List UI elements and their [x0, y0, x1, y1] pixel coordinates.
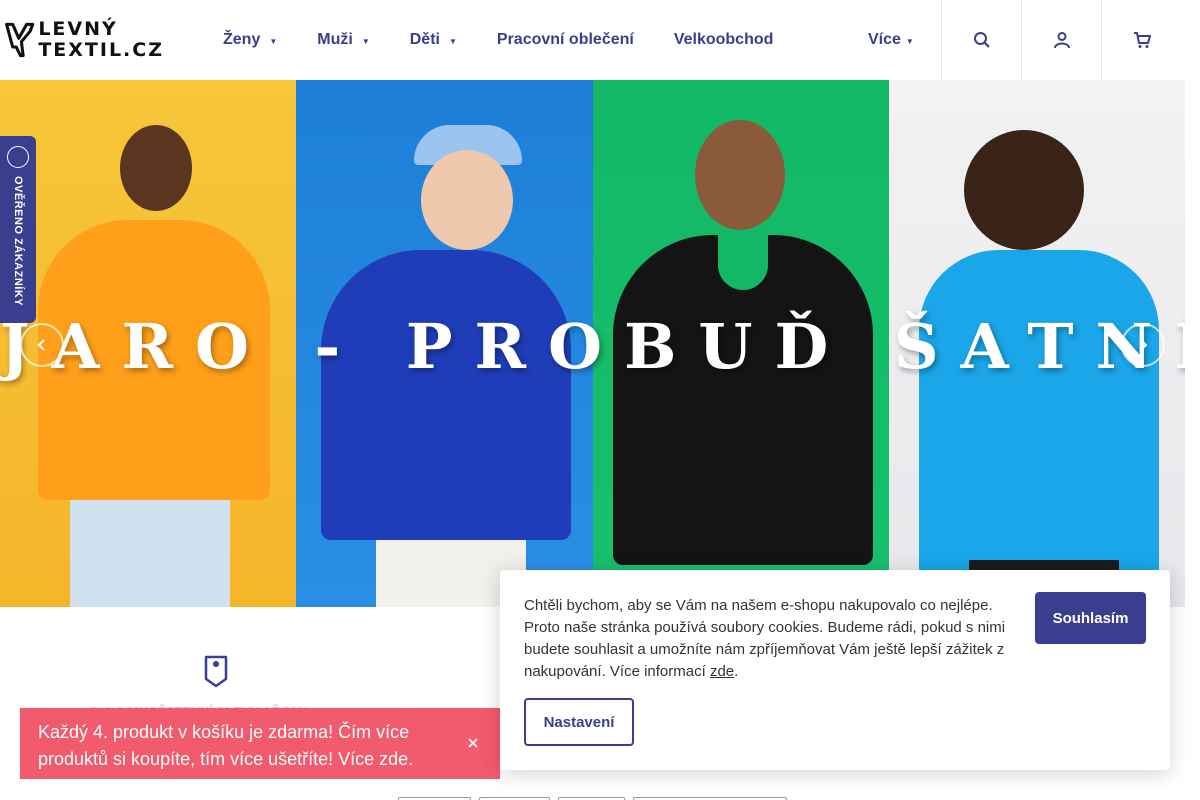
chevron-down-icon: ▼ — [448, 37, 457, 46]
cart-icon — [1133, 32, 1151, 48]
logo-line-1: LEVNÝ — [38, 18, 118, 40]
logo-mark-icon — [5, 22, 35, 58]
verified-customers-badge[interactable]: OVĚŘENO ZÁKAZNÍKY — [0, 136, 36, 323]
cookie-consent-dialog: Chtěli bychom, aby se Vám na našem e-sho… — [500, 570, 1170, 770]
hood-lining — [718, 230, 768, 290]
main-nav: Ženy ▼ Muži ▼ Děti ▼ Pracovní oblečení V… — [223, 0, 813, 80]
jeans — [70, 500, 230, 607]
chevron-left-icon — [37, 339, 45, 351]
hero-banner[interactable]: JARO - PROBUĎ ŠATNÍK! — [0, 80, 1185, 607]
close-icon[interactable] — [468, 738, 478, 748]
nav-item-zeny[interactable]: Ženy ▼ — [223, 31, 277, 49]
cookie-agree-button[interactable]: Souhlasím — [1035, 592, 1146, 644]
model-hair — [964, 130, 1084, 250]
account-button[interactable] — [1021, 0, 1101, 80]
chevron-down-icon: ▼ — [905, 37, 914, 46]
blue-hoodie — [321, 250, 571, 540]
nav-item-velkoobchod[interactable]: Velkoobchod — [674, 31, 774, 49]
cookie-info-link[interactable]: zde — [710, 663, 734, 680]
carousel-prev-button[interactable] — [20, 323, 64, 367]
chevron-down-icon: ▼ — [269, 37, 278, 46]
nav-item-pracovni[interactable]: Pracovní oblečení — [497, 31, 634, 49]
site-logo[interactable]: LEVNÝ TEXTIL.CZ — [4, 17, 164, 63]
light-blue-top — [919, 250, 1159, 580]
promo-link[interactable]: Více zde. — [338, 749, 413, 769]
nav-label: Velkoobchod — [673, 31, 774, 48]
logo-text: LEVNÝ TEXTIL.CZ — [38, 19, 164, 61]
nav-item-muzi[interactable]: Muži ▼ — [317, 31, 369, 49]
logo-line-2: TEXTIL.CZ — [38, 39, 164, 61]
site-header: LEVNÝ TEXTIL.CZ Ženy ▼ Muži ▼ Děti ▼ Pra… — [0, 0, 1185, 80]
carousel-next-button[interactable] — [1121, 323, 1165, 367]
chevron-down-icon: ▼ — [361, 37, 370, 46]
cart-button[interactable] — [1101, 0, 1181, 80]
search-button[interactable] — [941, 0, 1021, 80]
search-icon — [973, 32, 990, 48]
model-head — [695, 120, 785, 230]
promo-banner: Každý 4. produkt v košíku je zdarma! Čím… — [20, 708, 500, 779]
chevron-right-icon — [1140, 339, 1148, 351]
model-head — [120, 125, 192, 211]
discount-tag-icon — [204, 655, 228, 688]
cookie-settings-button[interactable]: Nastavení — [524, 698, 634, 746]
seal-icon — [7, 146, 29, 168]
model-head — [421, 150, 513, 250]
verified-badge-label: OVĚŘENO ZÁKAZNÍKY — [12, 176, 24, 307]
cookie-text: Chtěli bychom, aby se Vám na našem e-sho… — [524, 597, 1006, 680]
hero-slogan: JARO - PROBUĎ ŠATNÍK! — [0, 310, 1185, 383]
nav-more[interactable]: Více ▼ — [868, 31, 914, 49]
nav-label: Ženy — [223, 31, 261, 48]
nav-more-label: Více — [868, 31, 901, 48]
cookie-message: Chtěli bychom, aby se Vám na našem e-sho… — [524, 597, 1006, 680]
nav-item-deti[interactable]: Děti ▼ — [410, 31, 457, 49]
user-icon — [1053, 32, 1070, 49]
nav-label: Muži — [317, 31, 353, 48]
nav-label: Pracovní oblečení — [496, 31, 634, 48]
nav-label: Děti — [409, 31, 440, 48]
